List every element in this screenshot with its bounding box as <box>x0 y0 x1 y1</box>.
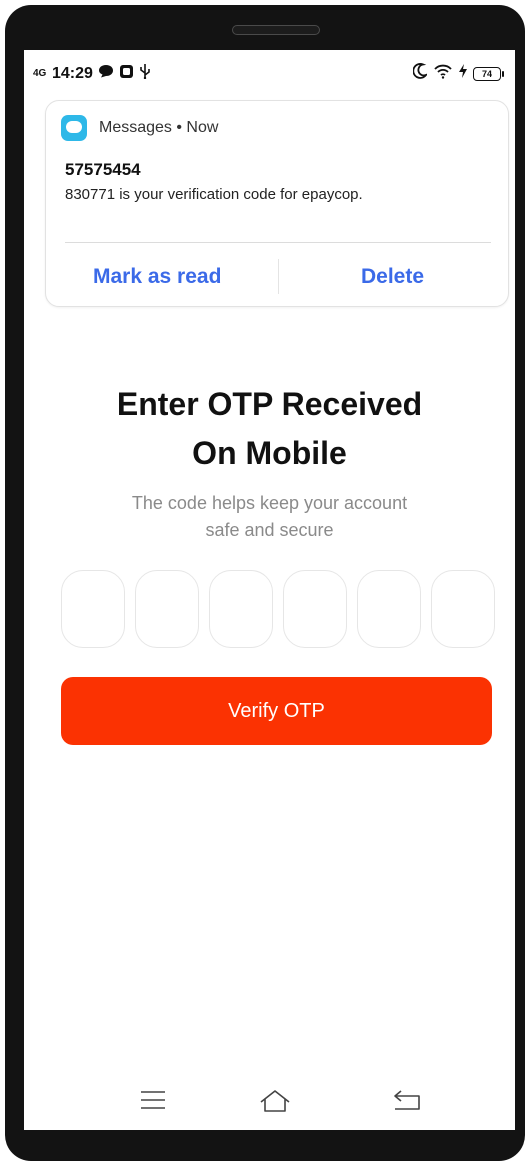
separator-dot: • <box>176 119 187 136</box>
mark-as-read-button[interactable]: Mark as read <box>93 265 221 289</box>
otp-digit-3[interactable] <box>209 570 273 648</box>
otp-digit-6[interactable] <box>431 570 495 648</box>
page-title-line1: Enter OTP Received <box>116 386 423 422</box>
otp-digit-5[interactable] <box>357 570 421 648</box>
subtitle-line1: The code helps keep your account <box>131 493 408 513</box>
otp-digit-4[interactable] <box>283 570 347 648</box>
notification-sender: 57575454 <box>65 160 141 179</box>
sms-notification[interactable]: Messages • Now 57575454 830771 is your v… <box>45 100 509 307</box>
otp-digit-2[interactable] <box>135 570 199 648</box>
battery-level: 74 <box>473 66 504 81</box>
page-title-line2: On Mobile <box>192 435 347 471</box>
delete-button[interactable]: Delete <box>361 265 424 289</box>
divider <box>65 242 491 243</box>
subtitle-line2: safe and secure <box>205 520 334 540</box>
speaker-grille <box>232 25 320 35</box>
charging-icon <box>459 64 467 83</box>
action-separator <box>278 259 279 294</box>
home-icon[interactable] <box>259 1089 291 1118</box>
messages-app-icon <box>61 115 87 141</box>
moon-icon <box>412 63 429 84</box>
phone-frame: 4G 14:29 74 Messages • Now 57575454 8307… <box>5 5 525 1161</box>
otp-digit-1[interactable] <box>61 570 125 648</box>
notification-body: 830771 is your verification code for epa… <box>65 186 363 203</box>
app-notification-icon <box>119 64 134 84</box>
menu-icon[interactable] <box>139 1089 167 1116</box>
usb-icon <box>139 63 151 84</box>
clock: 14:29 <box>52 64 93 82</box>
network-type: 4G <box>33 68 47 79</box>
notification-time: Now <box>186 119 219 136</box>
status-bar: 4G 14:29 74 <box>24 50 515 100</box>
verify-otp-button[interactable]: Verify OTP <box>61 677 492 745</box>
wifi-icon <box>433 63 453 84</box>
notification-app-name: Messages <box>99 119 172 136</box>
screen: 4G 14:29 74 Messages • Now 57575454 8307… <box>24 50 515 1130</box>
back-icon[interactable] <box>392 1089 422 1116</box>
chat-bubble-icon <box>98 64 114 83</box>
